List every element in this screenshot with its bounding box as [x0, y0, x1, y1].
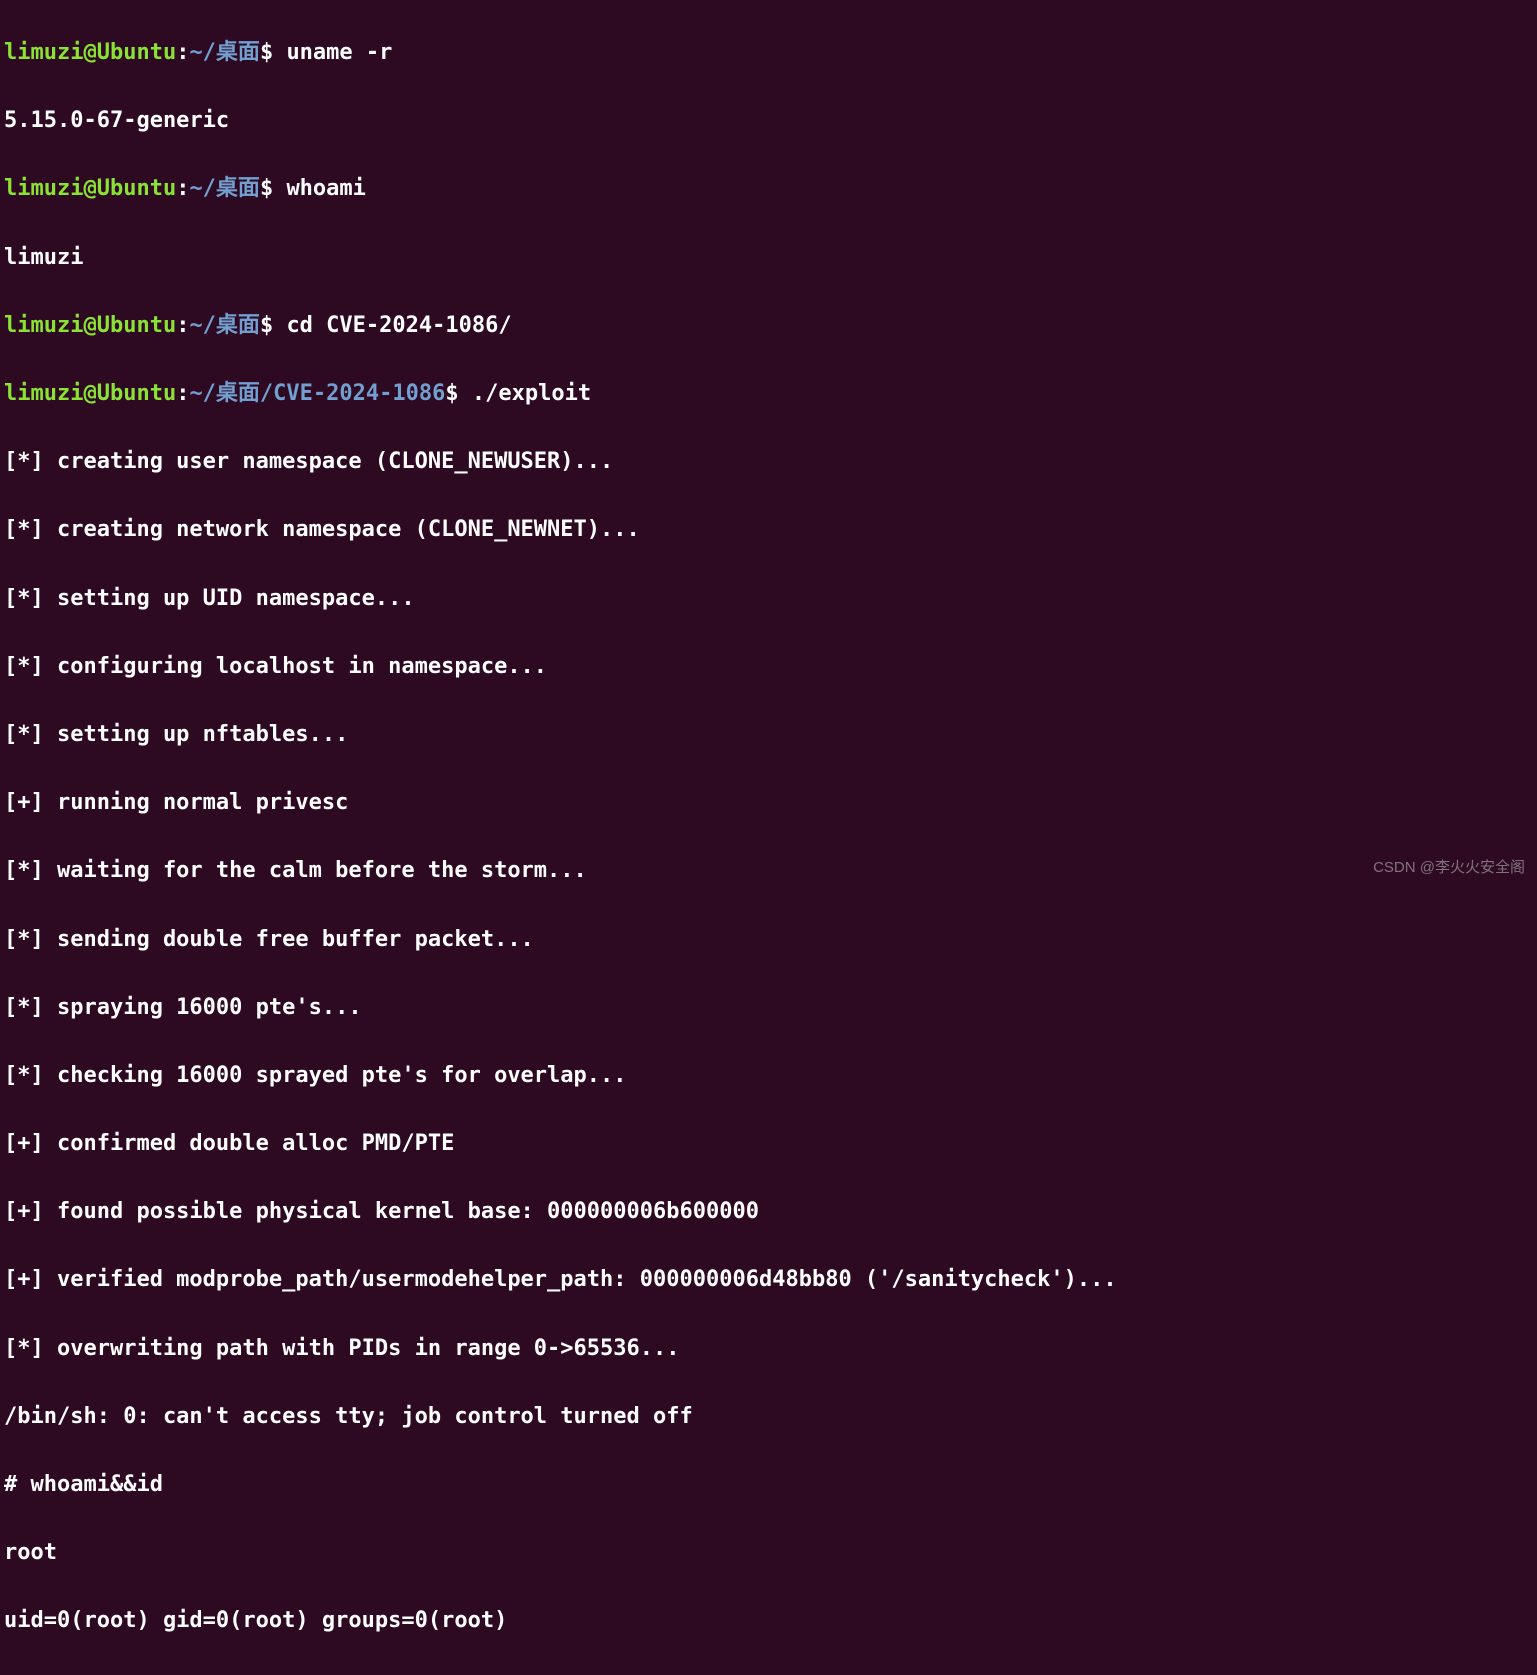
- colon: :: [176, 176, 189, 201]
- colon: :: [176, 313, 189, 338]
- command-uname: uname -r: [286, 40, 392, 65]
- user-host: limuzi@Ubuntu: [4, 381, 176, 406]
- prompt-line-4: limuzi@Ubuntu:~/桌面/CVE-2024-1086$ ./expl…: [4, 377, 1533, 411]
- colon: :: [176, 381, 189, 406]
- exploit-output-line: [*] sending double free buffer packet...: [4, 923, 1533, 957]
- exploit-output-line: [+] verified modprobe_path/usermodehelpe…: [4, 1263, 1533, 1297]
- exploit-output-line: [+] found possible physical kernel base:…: [4, 1195, 1533, 1229]
- exploit-output-line: [*] creating network namespace (CLONE_NE…: [4, 513, 1533, 547]
- exploit-output-line: [*] creating user namespace (CLONE_NEWUS…: [4, 445, 1533, 479]
- command-whoami: whoami: [286, 176, 365, 201]
- prompt-line-3: limuzi@Ubuntu:~/桌面$ cd CVE-2024-1086/: [4, 309, 1533, 343]
- path: ~/桌面: [189, 313, 260, 338]
- colon: :: [176, 40, 189, 65]
- exploit-output-line: [*] spraying 16000 pte's...: [4, 991, 1533, 1025]
- prompt-line-2: limuzi@Ubuntu:~/桌面$ whoami: [4, 172, 1533, 206]
- exploit-output-line: [+] confirmed double alloc PMD/PTE: [4, 1127, 1533, 1161]
- exploit-output-line: [*] setting up UID namespace...: [4, 582, 1533, 616]
- exploit-output-line: [*] waiting for the calm before the stor…: [4, 854, 1533, 888]
- output-kernel-version: 5.15.0-67-generic: [4, 104, 1533, 138]
- exploit-output-line: [*] checking 16000 sprayed pte's for ove…: [4, 1059, 1533, 1093]
- root-hash: #: [4, 1472, 31, 1497]
- output-user: limuzi: [4, 241, 1533, 275]
- command-exploit: ./exploit: [472, 381, 591, 406]
- watermark-text: CSDN @李火火安全阁: [1373, 856, 1525, 879]
- root-shell-prompt: # whoami&&id: [4, 1468, 1533, 1502]
- exploit-output-line: [*] configuring localhost in namespace..…: [4, 650, 1533, 684]
- exploit-output-line: [*] overwriting path with PIDs in range …: [4, 1332, 1533, 1366]
- root-command: whoami&&id: [31, 1472, 163, 1497]
- user-host: limuzi@Ubuntu: [4, 313, 176, 338]
- exploit-output-line: [*] setting up nftables...: [4, 718, 1533, 752]
- root-output-id: uid=0(root) gid=0(root) groups=0(root): [4, 1604, 1533, 1638]
- command-cd: cd CVE-2024-1086/: [286, 313, 511, 338]
- exploit-output-line: /bin/sh: 0: can't access tty; job contro…: [4, 1400, 1533, 1434]
- path: ~/桌面: [189, 40, 260, 65]
- dollar: $: [445, 381, 458, 406]
- prompt-line-1: limuzi@Ubuntu:~/桌面$ uname -r: [4, 36, 1533, 70]
- dollar: $: [260, 176, 273, 201]
- exploit-output-line: [+] running normal privesc: [4, 786, 1533, 820]
- user-host: limuzi@Ubuntu: [4, 176, 176, 201]
- dollar: $: [260, 313, 273, 338]
- root-output-whoami: root: [4, 1536, 1533, 1570]
- path: ~/桌面: [189, 176, 260, 201]
- path: ~/桌面/CVE-2024-1086: [189, 381, 445, 406]
- terminal-window[interactable]: limuzi@Ubuntu:~/桌面$ uname -r 5.15.0-67-g…: [0, 0, 1537, 1675]
- user-host: limuzi@Ubuntu: [4, 40, 176, 65]
- dollar: $: [260, 40, 273, 65]
